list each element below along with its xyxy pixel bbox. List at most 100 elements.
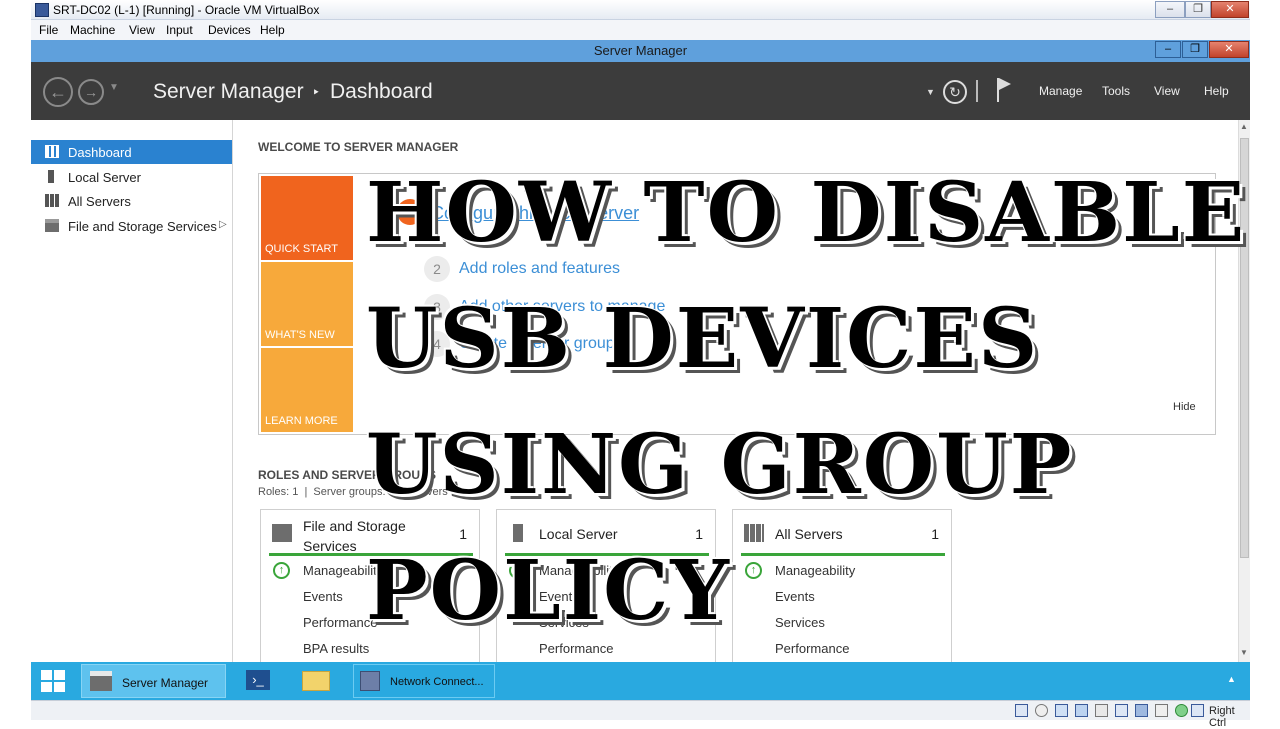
sidebar-item-label: File and Storage Services — [68, 219, 217, 234]
minimize-button[interactable]: – — [1155, 1, 1185, 18]
card-row[interactable]: Services — [775, 615, 825, 630]
card-row[interactable]: Manageability — [539, 563, 619, 578]
vertical-scrollbar[interactable]: ▲ ▼ — [1238, 120, 1250, 662]
vbox-status-bar: Right Ctrl — [31, 700, 1250, 729]
menu-sm-help[interactable]: Help — [1204, 84, 1229, 98]
server-icon — [48, 170, 54, 183]
hide-link[interactable]: Hide — [1173, 401, 1196, 413]
optical-drive-icon[interactable] — [1035, 704, 1048, 717]
breadcrumb-root[interactable]: Server Manager — [153, 80, 304, 104]
scroll-up-icon[interactable]: ▲ — [1240, 122, 1248, 131]
usb-icon[interactable] — [1095, 704, 1108, 717]
step-link[interactable]: Add roles and features — [459, 260, 620, 278]
sidebar-item-label: Local Server — [68, 170, 141, 185]
taskbar-server-manager[interactable]: Server Manager — [81, 664, 226, 698]
taskbar-explorer[interactable] — [299, 664, 333, 698]
status-ok-icon: ↑ — [745, 562, 762, 579]
sm-restore-button[interactable]: ❐ — [1182, 41, 1208, 58]
sidebar-item-dashboard[interactable]: Dashboard — [31, 140, 232, 164]
step-number: 3 — [424, 294, 450, 320]
storage-icon — [272, 524, 292, 542]
card-title[interactable]: All Servers — [775, 524, 915, 544]
status-bar — [505, 553, 709, 556]
back-arrow-icon[interactable]: ← — [43, 77, 73, 107]
step-number: 1 — [397, 199, 423, 225]
notifications-flag-icon[interactable] — [997, 78, 1011, 102]
display-icon[interactable] — [1135, 704, 1148, 717]
menu-devices[interactable]: Devices — [208, 23, 251, 37]
host-key-label: Right Ctrl — [1209, 705, 1235, 729]
card-row[interactable]: Services — [539, 615, 589, 630]
cpu-activity-icon[interactable] — [1175, 704, 1188, 717]
recording-icon[interactable] — [1155, 704, 1168, 717]
forward-arrow-icon[interactable]: → — [78, 79, 104, 105]
windows-start-icon[interactable] — [41, 670, 65, 692]
breadcrumb-current: Dashboard — [330, 80, 433, 103]
taskbar-network-connections[interactable]: Network Connect... — [353, 664, 495, 698]
role-card-local-server[interactable]: Local Server 1 ↑ Manageability Events Se… — [496, 509, 716, 662]
card-title[interactable]: File and Storage Services — [303, 516, 443, 556]
powershell-icon: ›_ — [246, 670, 270, 690]
card-row[interactable]: Manageability — [775, 563, 855, 578]
role-card-file-storage[interactable]: File and Storage Services 1 ↑ Manageabil… — [260, 509, 480, 662]
sm-close-button[interactable]: ✕ — [1209, 41, 1249, 58]
card-count: 1 — [459, 526, 467, 542]
step-link[interactable]: Configure this local server — [431, 203, 639, 224]
menu-machine[interactable]: Machine — [70, 23, 115, 37]
taskbar-powershell[interactable]: ›_ — [243, 664, 273, 698]
tile-learn-more[interactable]: LEARN MORE — [261, 348, 353, 432]
hdd-icon[interactable] — [1015, 704, 1028, 717]
menu-sm-view[interactable]: View — [1154, 84, 1180, 98]
card-row[interactable]: Events — [775, 589, 815, 604]
menu-help[interactable]: Help — [260, 23, 285, 37]
sidebar-item-label: Dashboard — [68, 145, 132, 160]
menu-manage[interactable]: Manage — [1039, 84, 1082, 98]
status-ok-icon: ↑ — [273, 562, 290, 579]
step-number: 4 — [424, 331, 450, 357]
folder-icon — [302, 671, 330, 691]
card-row[interactable]: BPA results — [303, 641, 369, 656]
card-row[interactable]: Performance — [539, 641, 613, 656]
header-divider — [976, 80, 978, 102]
role-card-all-servers[interactable]: All Servers 1 ↑ Manageability Events Ser… — [732, 509, 952, 662]
server-manager-title-bar: Server Manager – ❐ ✕ — [31, 40, 1250, 62]
shared-folders-icon[interactable] — [1115, 704, 1128, 717]
sidebar-item-local-server[interactable]: Local Server — [31, 165, 232, 189]
refresh-icon[interactable]: ↻ — [943, 80, 967, 104]
tile-whats-new[interactable]: WHAT'S NEW — [261, 262, 353, 346]
network-icon — [360, 671, 380, 691]
card-row[interactable]: Manageability — [303, 563, 383, 578]
tray-expand-icon[interactable]: ▲ — [1227, 674, 1236, 684]
status-bar — [741, 553, 945, 556]
step-link[interactable]: Create a server group — [459, 335, 615, 353]
keyboard-capture-icon[interactable] — [1191, 704, 1204, 717]
refresh-dropdown-icon[interactable]: ▼ — [926, 87, 935, 97]
close-button[interactable]: ✕ — [1211, 1, 1249, 18]
scroll-down-icon[interactable]: ▼ — [1240, 648, 1248, 657]
network-adapter-icon[interactable] — [1075, 704, 1088, 717]
restore-button[interactable]: ❐ — [1185, 1, 1211, 18]
chevron-right-icon[interactable]: ▷ — [219, 219, 227, 230]
scrollbar-thumb[interactable] — [1240, 138, 1249, 558]
sidebar-item-file-storage[interactable]: File and Storage Services ▷ — [31, 214, 232, 238]
card-row[interactable]: Performance — [303, 615, 377, 630]
menu-input[interactable]: Input — [166, 23, 193, 37]
status-bar — [269, 553, 473, 556]
sm-minimize-button[interactable]: – — [1155, 41, 1181, 58]
menu-tools[interactable]: Tools — [1102, 84, 1130, 98]
menu-view[interactable]: View — [129, 23, 155, 37]
card-row[interactable]: Performance — [775, 641, 849, 656]
vbox-menu-bar: File Machine View Input Devices Help — [31, 20, 1250, 40]
tile-quick-start[interactable]: QUICK START — [261, 176, 353, 260]
servers-icon — [744, 524, 764, 542]
card-row[interactable]: Events — [539, 589, 579, 604]
server-icon — [513, 524, 523, 542]
roles-summary: Roles: 1 | Server groups: 1 | Servers to… — [258, 486, 484, 498]
menu-file[interactable]: File — [39, 23, 58, 37]
step-link[interactable]: Add other servers to manage — [459, 298, 665, 316]
history-dropdown-icon[interactable]: ▼ — [109, 82, 119, 93]
card-title[interactable]: Local Server — [539, 524, 679, 544]
sidebar-item-all-servers[interactable]: All Servers — [31, 189, 232, 213]
audio-icon[interactable] — [1055, 704, 1068, 717]
card-row[interactable]: Events — [303, 589, 343, 604]
